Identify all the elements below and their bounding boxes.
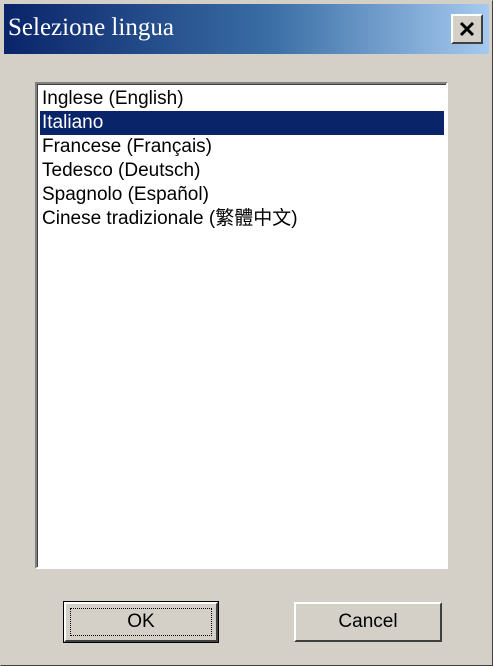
language-dialog: Selezione lingua Inglese (English) Itali… xyxy=(0,0,493,666)
focus-rectangle xyxy=(70,608,212,636)
list-item-french[interactable]: Francese (Français) xyxy=(40,135,444,159)
list-item-italian[interactable]: Italiano xyxy=(40,111,444,135)
title-bar[interactable]: Selezione lingua xyxy=(4,4,489,54)
language-listbox[interactable]: Inglese (English) Italiano Francese (Fra… xyxy=(35,82,448,569)
cancel-button-label: Cancel xyxy=(338,611,398,632)
ok-button[interactable]: OK xyxy=(63,601,219,643)
list-item-english[interactable]: Inglese (English) xyxy=(40,87,444,111)
list-item-spanish[interactable]: Spagnolo (Español) xyxy=(40,183,444,207)
close-icon xyxy=(459,21,475,37)
list-item-traditional-chinese[interactable]: Cinese tradizionale (繁體中文) xyxy=(40,207,444,231)
cancel-button[interactable]: Cancel xyxy=(294,602,442,642)
language-list-items: Inglese (English) Italiano Francese (Fra… xyxy=(40,87,444,565)
list-item-german[interactable]: Tedesco (Deutsch) xyxy=(40,159,444,183)
close-button[interactable] xyxy=(451,14,483,44)
window-title: Selezione lingua xyxy=(8,14,174,41)
